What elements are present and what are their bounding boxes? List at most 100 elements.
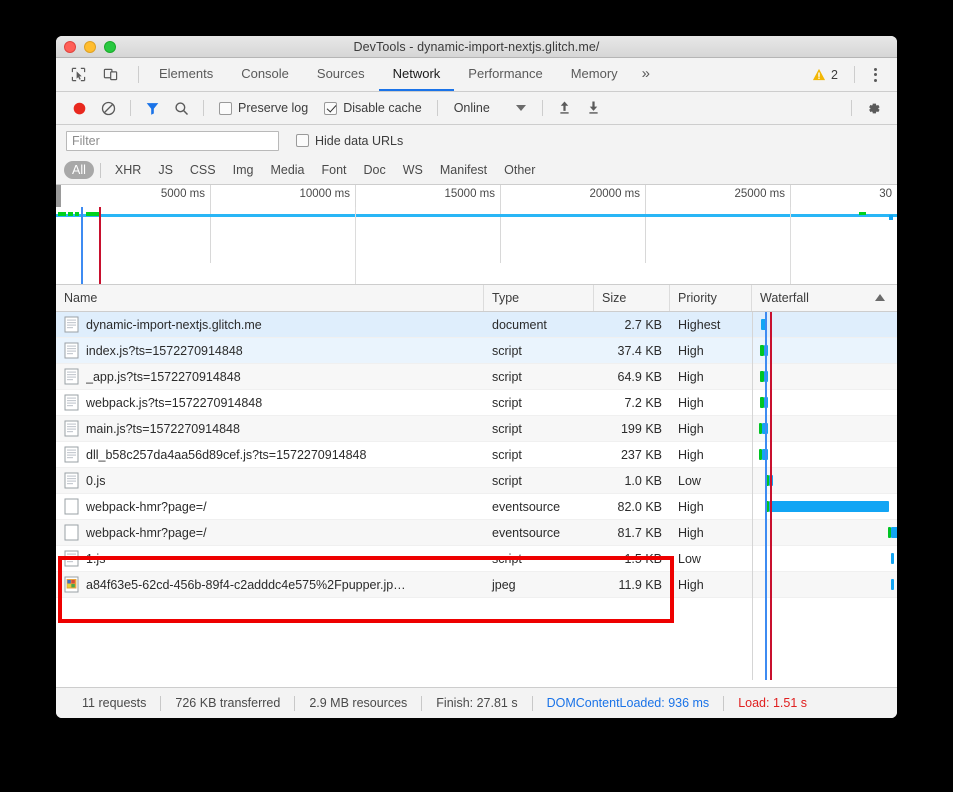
preserve-log-checkbox[interactable]: Preserve log — [212, 101, 315, 115]
search-button[interactable] — [168, 95, 195, 122]
throttling-value: Online — [453, 101, 490, 115]
tabbar-tool-icons — [64, 58, 132, 91]
devtools-tabbar: Elements Console Sources Network Perform… — [56, 58, 897, 92]
table-row[interactable]: 1.js script 1.5 KB Low — [56, 546, 897, 572]
minimize-window-button[interactable] — [84, 41, 96, 53]
hide-data-urls-checkbox[interactable]: Hide data URLs — [289, 134, 410, 148]
tab-memory[interactable]: Memory — [557, 58, 632, 91]
table-row[interactable]: webpack.js?ts=1572270914848 script 7.2 K… — [56, 390, 897, 416]
row-priority-cell: High — [678, 421, 704, 436]
column-header-waterfall[interactable]: Waterfall — [752, 285, 897, 311]
table-row[interactable]: webpack-hmr?page=/ eventsource 82.0 KB H… — [56, 494, 897, 520]
resource-type-filters: All XHR JS CSS Img Media Font Doc WS Man… — [56, 156, 897, 185]
row-waterfall-cell — [752, 312, 897, 337]
record-button[interactable] — [66, 95, 93, 122]
type-filter-doc[interactable]: Doc — [356, 161, 394, 179]
row-name-cell: index.js?ts=1572270914848 — [56, 338, 484, 363]
devtools-main-menu-icon[interactable] — [863, 63, 887, 87]
type-filter-js[interactable]: JS — [150, 161, 181, 179]
settings-button[interactable] — [860, 95, 887, 122]
table-row[interactable]: dynamic-import-nextjs.glitch.me document… — [56, 312, 897, 338]
toolbar-divider-1 — [130, 100, 131, 116]
tab-network[interactable]: Network — [378, 58, 455, 91]
row-name-cell: 0.js — [56, 468, 484, 493]
type-filter-xhr[interactable]: XHR — [107, 161, 149, 179]
toolbar-divider-3 — [436, 100, 438, 116]
window-titlebar: DevTools - dynamic-import-nextjs.glitch.… — [56, 36, 897, 58]
download-arrow-icon — [589, 101, 598, 114]
clear-button[interactable] — [95, 95, 122, 122]
type-filter-media[interactable]: Media — [262, 161, 312, 179]
row-waterfall-cell — [752, 520, 897, 545]
warning-count: 2 — [831, 67, 838, 82]
tab-sources[interactable]: Sources — [303, 58, 379, 91]
type-filter-font[interactable]: Font — [314, 161, 355, 179]
warning-triangle-icon — [812, 68, 826, 81]
device-toolbar-icon[interactable] — [96, 61, 124, 89]
resources-size: 2.9 MB resources — [309, 696, 408, 710]
throttling-select[interactable]: Online — [446, 101, 534, 115]
type-filter-all[interactable]: All — [64, 161, 94, 179]
warning-indicator[interactable]: 2 — [804, 68, 846, 82]
table-row[interactable]: dll_b58c257da4aa56d89cef.js?ts=157227091… — [56, 442, 897, 468]
network-overview-timeline[interactable]: 5000 ms 10000 ms 15000 ms 20000 ms 25000… — [56, 185, 897, 285]
load-time: Load: 1.51 s — [738, 696, 807, 710]
overview-traffic-area — [56, 207, 897, 284]
table-row[interactable]: a84f63e5-62cd-456b-89f4-c2adddc4e575%2Fp… — [56, 572, 897, 598]
script-file-icon — [64, 342, 79, 359]
row-name-label: _app.js?ts=1572270914848 — [86, 369, 241, 384]
script-file-icon — [64, 446, 79, 463]
script-file-icon — [64, 420, 79, 437]
overview-dcl-marker — [81, 207, 83, 284]
type-filter-divider — [99, 162, 101, 178]
type-filter-ws[interactable]: WS — [395, 161, 431, 179]
maximize-window-button[interactable] — [104, 41, 116, 53]
filter-input[interactable] — [66, 130, 279, 151]
row-waterfall-cell — [752, 494, 897, 519]
row-name-cell: main.js?ts=1572270914848 — [56, 416, 484, 441]
table-row[interactable]: index.js?ts=1572270914848 script 37.4 KB… — [56, 338, 897, 364]
row-type-cell: script — [492, 395, 522, 410]
tab-console[interactable]: Console — [227, 58, 303, 91]
gear-icon — [869, 103, 880, 113]
type-filter-manifest[interactable]: Manifest — [432, 161, 495, 179]
column-header-name[interactable]: Name — [56, 285, 484, 311]
document-file-icon — [64, 316, 79, 333]
row-priority-cell: Low — [678, 473, 701, 488]
row-waterfall-cell — [752, 416, 897, 441]
more-tabs-icon[interactable]: » — [632, 58, 660, 91]
clear-icon — [101, 101, 116, 115]
column-header-size[interactable]: Size — [594, 285, 670, 311]
filter-toggle-button[interactable] — [139, 95, 166, 122]
table-row[interactable]: _app.js?ts=1572270914848 script 64.9 KB … — [56, 364, 897, 390]
column-header-type[interactable]: Type — [484, 285, 594, 311]
export-har-button[interactable] — [580, 95, 607, 122]
tab-performance[interactable]: Performance — [454, 58, 556, 91]
column-header-priority[interactable]: Priority — [670, 285, 752, 311]
upload-arrow-icon — [560, 101, 569, 114]
table-row[interactable]: 0.js script 1.0 KB Low — [56, 468, 897, 494]
table-row[interactable]: main.js?ts=1572270914848 script 199 KB H… — [56, 416, 897, 442]
overview-load-marker — [99, 207, 101, 284]
funnel-icon — [146, 102, 159, 115]
row-name-label: main.js?ts=1572270914848 — [86, 421, 240, 436]
script-file-icon — [64, 472, 79, 489]
close-window-button[interactable] — [64, 41, 76, 53]
row-name-cell: _app.js?ts=1572270914848 — [56, 364, 484, 389]
overview-green-seg-5 — [68, 212, 70, 216]
tab-elements[interactable]: Elements — [145, 58, 227, 91]
screenshot-root: DevTools - dynamic-import-nextjs.glitch.… — [0, 0, 953, 792]
row-size-cell: 237 KB — [620, 447, 662, 462]
table-row[interactable]: webpack-hmr?page=/ eventsource 81.7 KB H… — [56, 520, 897, 546]
disable-cache-checkbox[interactable]: Disable cache — [317, 101, 429, 115]
import-har-button[interactable] — [551, 95, 578, 122]
row-priority-cell: High — [678, 525, 704, 540]
inspect-element-icon[interactable] — [64, 61, 92, 89]
type-filter-other[interactable]: Other — [496, 161, 543, 179]
type-filter-css[interactable]: CSS — [182, 161, 224, 179]
row-type-cell: script — [492, 343, 522, 358]
row-waterfall-cell — [752, 468, 897, 493]
type-filter-img[interactable]: Img — [225, 161, 262, 179]
row-size-cell: 1.5 KB — [624, 551, 662, 566]
disable-cache-label: Disable cache — [343, 101, 422, 115]
